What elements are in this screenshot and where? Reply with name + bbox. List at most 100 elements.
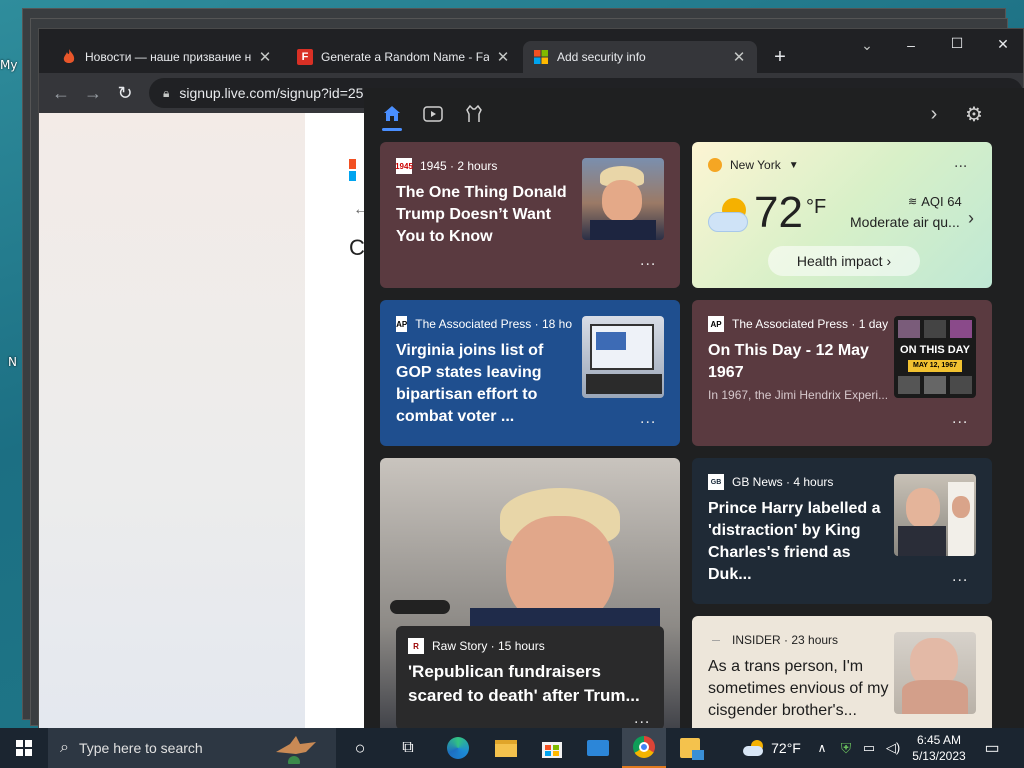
article-source: GB GB News · 4 hours [708,474,833,490]
lock-icon: 🔒︎ [163,85,170,100]
weather-location[interactable]: New York ▼ [708,158,799,172]
new-tab-button[interactable]: + [765,41,795,73]
source-text: 1945 · 2 hours [420,159,498,173]
health-impact-label: Health impact [796,253,883,269]
source-text: Raw Story · 15 hours [432,639,545,653]
fake-name-icon: F [297,49,313,65]
flame-icon [61,49,77,65]
chevron-right-icon: › [886,253,892,269]
article-snippet: In 1967, the Jimi Hendrix Experi... [708,388,888,402]
news-widgets-panel: › ⚙︎ 1945 1945 · 2 hours The One Thing D… [364,88,1024,728]
source-text: The Associated Press · 1 day [732,317,889,331]
article-thumbnail [582,158,664,240]
close-tab-icon[interactable]: ✕ [257,48,273,66]
news-card[interactable]: — INSIDER · 23 hours As a trans person, … [692,616,992,728]
close-tab-icon[interactable]: ✕ [495,48,511,66]
chevron-right-icon[interactable]: › [968,208,974,229]
windows-start-icon[interactable] [6,728,42,768]
weather-card[interactable]: New York ▼ ... 72 °F ≋ AQI 64 Moderate a… [692,142,992,288]
notification-icon[interactable]: ▭ [978,728,1006,768]
article-headline: As a trans person, I'm sometimes envious… [708,658,889,719]
news-card[interactable]: 1945 1945 · 2 hours The One Thing Donald… [380,142,680,288]
temperature-unit: °F [806,196,827,218]
partly-cloudy-icon [706,194,752,238]
signup-page-background [39,113,305,729]
files-icon[interactable] [672,728,708,768]
publisher-logo-icon: GB [708,474,724,490]
clock-date: 5/13/2023 [912,749,966,763]
location-text: New York [730,158,781,172]
article-source: — INSIDER · 23 hours [708,632,838,648]
tab-news[interactable]: Новости — наше призвание на ✕ [51,41,283,73]
close-window-button[interactable]: ✕ [993,36,1013,56]
news-card[interactable]: AP The Associated Press · 18 ho Virginia… [380,300,680,446]
aqi-text: AQI 64 [921,194,962,209]
aqi-info: ≋ AQI 64 [908,194,962,209]
tab-fake-name[interactable]: F Generate a Random Name - Fak ✕ [287,41,521,73]
news-card[interactable]: GB GB News · 4 hours Prince Harry labell… [692,458,992,604]
article-thumbnail [894,474,976,556]
publisher-logo-icon: AP [396,316,408,332]
cortana-icon[interactable]: ○ [344,728,376,768]
article-source: 1945 1945 · 2 hours [395,158,498,174]
url-text: signup.live.com/signup?id=2590 [179,85,380,101]
news-card[interactable]: AP The Associated Press · 1 day On This … [692,300,992,446]
chevron-down-icon: ▼ [788,159,799,171]
desktop-label-my: My [0,58,18,72]
more-options-icon[interactable]: ... [954,154,967,172]
article-headline: Prince Harry labelled a 'distraction' by… [708,500,881,583]
article-headline: 'Republican fundraisers scared to death'… [408,662,640,705]
close-tab-icon[interactable]: ✕ [731,48,747,66]
edge-icon[interactable] [440,728,476,768]
panel-header: › ⚙︎ [364,88,1024,140]
article-headline: Virginia joins list of GOP states leavin… [396,342,544,425]
chevron-up-icon[interactable]: ∧ [812,728,832,768]
air-icon: ≋ [908,196,918,208]
network-icon[interactable]: ▭ [858,728,880,768]
volume-icon[interactable]: ◁) [882,728,904,768]
signup-page-card: ← C [305,113,369,729]
back-arrow-icon[interactable]: ← [45,77,77,109]
article-headline: On This Day - 12 May 1967 [708,342,869,381]
taskbar-weather-text: 72°F [771,740,801,756]
sun-icon [708,158,722,172]
article-source: R Raw Story · 15 hours [408,638,545,654]
more-options-icon[interactable]: ... [640,410,656,428]
taskbar: ⌕ Type here to search ○ ⧉ 72°F ∧ ⛨ ▭ ◁) … [0,728,1024,768]
shield-icon[interactable]: ⛨ [836,728,856,768]
minimize-button[interactable]: – [901,37,921,57]
search-icon: ⌕ [60,739,69,756]
tab-title: Generate a Random Name - Fak [321,50,489,64]
home-icon[interactable] [380,102,404,126]
news-card-large[interactable]: R Raw Story · 15 hours 'Republican fundr… [380,458,680,728]
gear-icon[interactable]: ⚙︎ [962,102,986,126]
games-icon[interactable] [462,102,486,126]
more-options-icon[interactable]: ... [952,568,968,586]
page-heading-partial: C [349,235,365,260]
reload-icon[interactable]: ↻ [109,77,141,109]
clock[interactable]: 6:45 AM 5/13/2023 [906,728,972,768]
taskbar-weather[interactable]: 72°F [736,728,808,768]
forward-arrow-icon[interactable]: → [77,77,109,109]
article-source: AP The Associated Press · 1 day [708,316,888,332]
more-options-icon[interactable]: ... [634,710,650,728]
microphone-icon [390,600,450,614]
chevron-right-icon[interactable]: › [922,102,946,126]
article-thumbnail: ON THIS DAY MAY 12, 1967 [894,316,976,398]
health-impact-button[interactable]: Health impact › [768,246,920,276]
video-icon[interactable] [421,102,445,126]
more-options-icon[interactable]: ... [640,252,656,270]
chrome-taskbar-icon[interactable] [622,728,666,768]
file-explorer-icon[interactable] [488,728,524,768]
more-options-icon[interactable]: ... [952,410,968,428]
search-placeholder: Type here to search [78,740,203,756]
task-view-icon[interactable]: ⧉ [392,728,424,768]
store-icon[interactable] [534,728,570,768]
clock-time: 6:45 AM [916,733,962,747]
tab-search-icon[interactable]: ⌄ [857,37,877,57]
maximize-button[interactable]: ☐ [947,35,967,55]
taskbar-search-box[interactable]: ⌕ Type here to search [48,728,336,768]
article-overlay: R Raw Story · 15 hours 'Republican fundr… [396,626,664,728]
mail-icon[interactable] [580,728,616,768]
tab-add-security-info[interactable]: Add security info ✕ [523,41,757,73]
